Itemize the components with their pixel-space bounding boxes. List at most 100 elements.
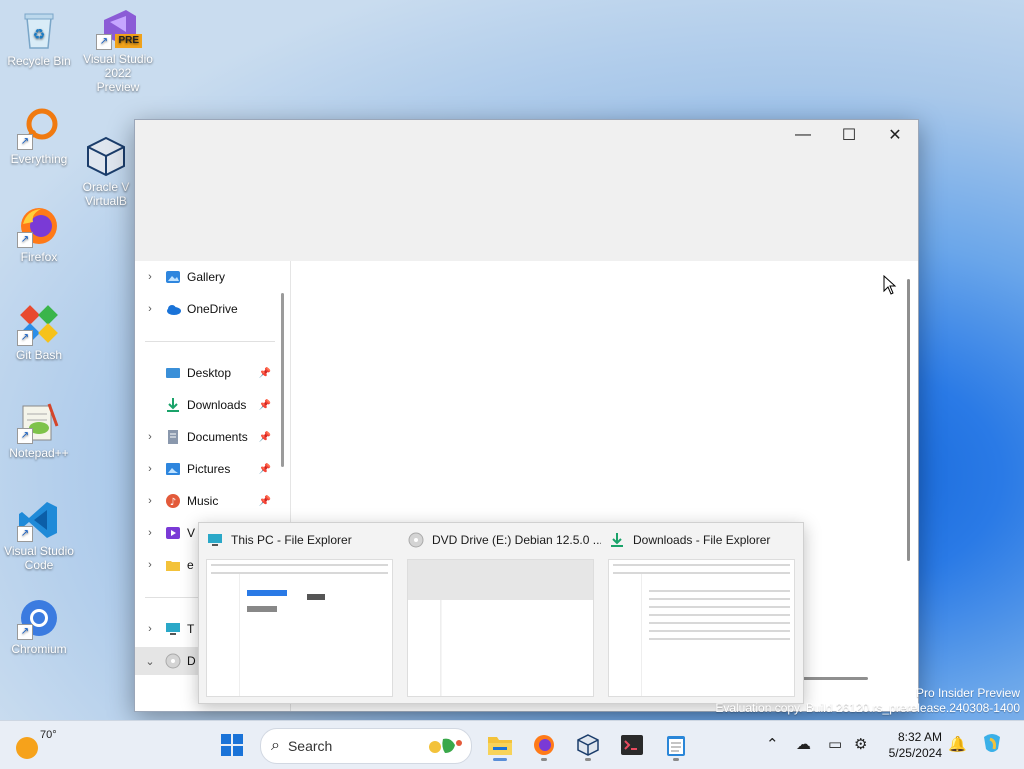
copilot-icon[interactable] bbox=[980, 731, 1004, 759]
nav-item-music[interactable]: › ♪ Music 📌 bbox=[135, 487, 275, 515]
desktop-icon-label: Oracle V VirtualB bbox=[82, 180, 130, 208]
notepad-plus-plus-icon: ↗ bbox=[17, 400, 61, 444]
running-indicator bbox=[673, 758, 679, 761]
notification-bell-icon[interactable]: 🔔 bbox=[948, 735, 967, 753]
display-icon[interactable]: ▭ bbox=[828, 735, 842, 753]
evaluation-watermark: Pro Insider Preview Evaluation copy. Bui… bbox=[715, 686, 1020, 716]
network-icon[interactable]: ⚙ bbox=[854, 735, 867, 753]
desktop-icon-git-bash[interactable]: ↗ Git Bash bbox=[3, 302, 75, 362]
chevron-right-icon[interactable]: › bbox=[135, 431, 165, 443]
thumbnail-dvd-drive[interactable]: DVD Drive (E:) Debian 12.5.0 ... bbox=[400, 523, 601, 703]
running-indicator bbox=[541, 758, 547, 761]
this-pc-icon bbox=[165, 621, 181, 637]
chevron-right-icon[interactable]: › bbox=[135, 463, 165, 475]
taskbar-terminal[interactable] bbox=[614, 727, 650, 763]
desktop-icon-label: Firefox bbox=[20, 250, 58, 264]
pin-icon[interactable]: 📌 bbox=[259, 496, 271, 507]
pin-icon[interactable]: 📌 bbox=[259, 400, 271, 411]
close-button[interactable]: ✕ bbox=[872, 120, 918, 150]
vscode-icon: ↗ bbox=[17, 498, 61, 542]
show-hidden-icons-chevron-up-icon[interactable]: ⌃ bbox=[766, 735, 779, 753]
nav-item-documents[interactable]: › Documents 📌 bbox=[135, 423, 275, 451]
visual-studio-icon: PRE ↗ bbox=[96, 6, 142, 50]
taskbar-virtualbox[interactable] bbox=[570, 727, 606, 763]
window-controls: — ☐ ✕ bbox=[780, 120, 918, 150]
pictures-icon bbox=[165, 461, 181, 477]
download-icon bbox=[609, 532, 625, 548]
chevron-right-icon[interactable]: › bbox=[135, 623, 165, 635]
taskbar-search-box[interactable]: ⌕ Search bbox=[260, 728, 472, 764]
pin-icon[interactable]: 📌 bbox=[259, 432, 271, 443]
taskbar-notepad[interactable] bbox=[658, 727, 694, 763]
system-clock[interactable]: 8:32 AM 5/25/2024 bbox=[882, 729, 942, 761]
desktop-icon-visual-studio[interactable]: PRE ↗ Visual Studio 2022 Preview bbox=[82, 6, 154, 94]
chevron-right-icon[interactable]: › bbox=[135, 559, 165, 571]
desktop-icon-everything[interactable]: ↗ Everything bbox=[3, 106, 75, 166]
start-button[interactable] bbox=[214, 727, 250, 763]
desktop-folder-icon bbox=[165, 365, 181, 381]
nav-item-label: Gallery bbox=[187, 270, 226, 284]
thumbnail-preview-image bbox=[407, 559, 594, 697]
maximize-button[interactable]: ☐ bbox=[826, 120, 872, 150]
nav-item-label: Music bbox=[187, 494, 219, 508]
everything-search-icon: ↗ bbox=[17, 106, 61, 150]
desktop-icon-label: Visual Studio Code bbox=[4, 544, 74, 572]
shortcut-arrow-icon: ↗ bbox=[17, 624, 33, 640]
clock-date: 5/25/2024 bbox=[888, 746, 942, 760]
running-indicator bbox=[585, 758, 591, 761]
desktop-icon-virtualbox[interactable]: Oracle V VirtualB bbox=[78, 106, 134, 222]
nav-item-label: OneDrive bbox=[187, 302, 238, 316]
chevron-down-icon[interactable]: ⌄ bbox=[135, 655, 165, 668]
taskbar-file-explorer[interactable] bbox=[482, 727, 518, 763]
shortcut-arrow-icon: ↗ bbox=[96, 34, 112, 50]
chevron-right-icon[interactable]: › bbox=[135, 495, 165, 507]
shortcut-arrow-icon: ↗ bbox=[17, 134, 33, 150]
shortcut-arrow-icon: ↗ bbox=[17, 330, 33, 346]
pin-icon[interactable]: 📌 bbox=[259, 368, 271, 379]
thumbnail-this-pc[interactable]: This PC - File Explorer bbox=[199, 523, 400, 703]
nav-item-label: Desktop bbox=[187, 366, 232, 380]
thumbnail-downloads[interactable]: Downloads - File Explorer bbox=[601, 523, 802, 703]
documents-icon bbox=[165, 429, 181, 445]
mouse-cursor-icon bbox=[883, 275, 897, 295]
thumbnail-preview-image bbox=[608, 559, 795, 697]
download-icon bbox=[165, 397, 181, 413]
chromium-icon: ↗ bbox=[17, 596, 61, 640]
taskbar-thumbnail-previews: This PC - File Explorer DVD Drive (E:) D… bbox=[198, 522, 804, 704]
watermark-line-2: Evaluation copy. Build 26120.rs_prerelea… bbox=[715, 701, 1020, 715]
nav-item-label: Documents bbox=[187, 430, 248, 444]
desktop-icon-vscode[interactable]: ↗ Visual Studio Code bbox=[3, 498, 75, 572]
nav-item-downloads[interactable]: Downloads 📌 bbox=[135, 391, 275, 419]
desktop-icon-firefox[interactable]: ↗ Firefox bbox=[3, 204, 75, 264]
dvd-drive-icon bbox=[165, 653, 181, 669]
nav-item-onedrive[interactable]: › OneDrive bbox=[135, 295, 275, 323]
videos-icon bbox=[165, 525, 181, 541]
chevron-right-icon[interactable]: › bbox=[135, 303, 165, 315]
taskbar: 70° ⌕ Search ⌃ ☁ ▭ ⚙ 8:32 AM 5/25/2024 🔔 bbox=[0, 720, 1024, 769]
desktop-icon-label: Notepad++ bbox=[9, 446, 69, 460]
weather-widget[interactable]: 70° bbox=[16, 729, 57, 759]
sun-icon bbox=[16, 737, 38, 759]
nav-item-label: Pictures bbox=[187, 462, 231, 476]
minimize-button[interactable]: — bbox=[780, 120, 826, 150]
nav-item-gallery[interactable]: › Gallery bbox=[135, 263, 275, 291]
pin-icon[interactable]: 📌 bbox=[259, 464, 271, 475]
onedrive-offline-icon[interactable]: ☁ bbox=[796, 735, 811, 753]
desktop-icon-notepad-plus-plus[interactable]: ↗ Notepad++ bbox=[3, 400, 75, 460]
search-icon: ⌕ bbox=[271, 737, 280, 754]
nav-item-pictures[interactable]: › Pictures 📌 bbox=[135, 455, 275, 483]
desktop-icon-chromium[interactable]: ↗ Chromium bbox=[3, 596, 75, 656]
svg-text:♻: ♻ bbox=[33, 27, 46, 43]
thumbnail-preview-image bbox=[206, 559, 393, 697]
taskbar-firefox[interactable] bbox=[526, 727, 562, 763]
firefox-icon bbox=[534, 735, 554, 755]
chevron-right-icon[interactable]: › bbox=[135, 527, 165, 539]
desktop-icon-recycle-bin[interactable]: ♻ Recycle Bin bbox=[3, 8, 75, 68]
virtualbox-icon bbox=[577, 734, 599, 756]
content-vertical-scrollbar[interactable] bbox=[907, 279, 910, 561]
nav-scrollbar[interactable] bbox=[281, 293, 284, 467]
nav-item-desktop[interactable]: Desktop 📌 bbox=[135, 359, 275, 387]
chevron-right-icon[interactable]: › bbox=[135, 271, 165, 283]
desktop-icon-label: Chromium bbox=[11, 642, 67, 656]
svg-text:♪: ♪ bbox=[170, 497, 176, 508]
